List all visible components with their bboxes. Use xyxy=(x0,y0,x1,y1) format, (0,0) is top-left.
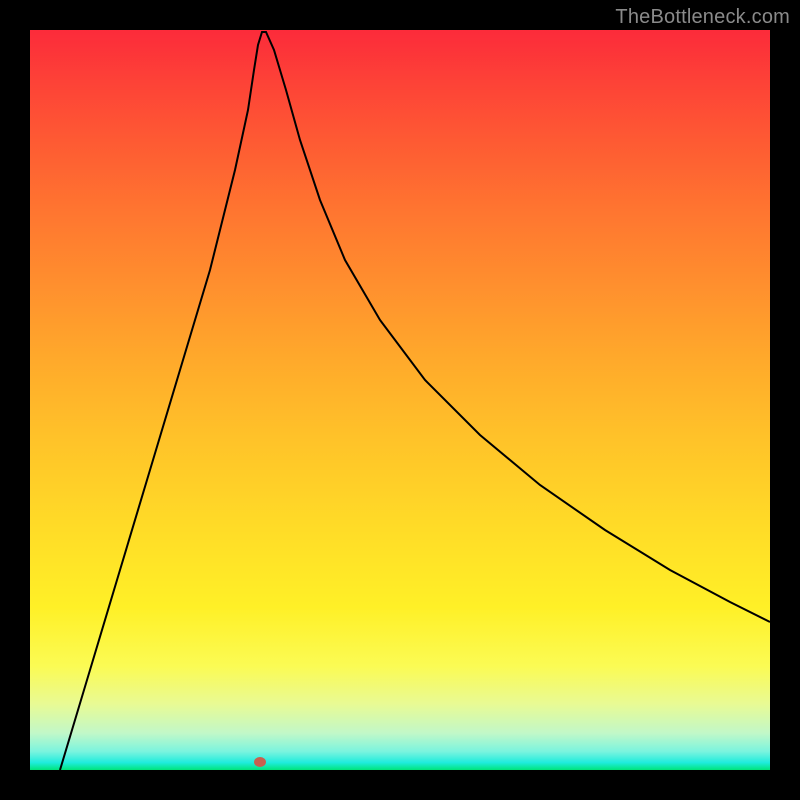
curve-svg xyxy=(30,30,770,770)
minimum-marker-dot xyxy=(254,757,266,767)
plot-area xyxy=(30,30,770,770)
curve-line xyxy=(60,32,770,770)
chart-frame: TheBottleneck.com xyxy=(0,0,800,800)
watermark-text: TheBottleneck.com xyxy=(615,6,790,29)
